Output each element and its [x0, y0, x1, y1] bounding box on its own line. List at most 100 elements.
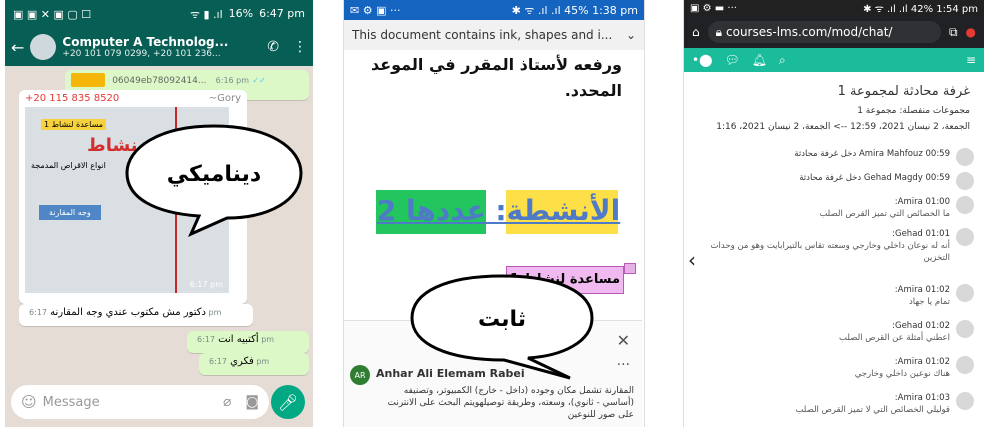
- nav-toggle-icon[interactable]: •⬤: [692, 53, 713, 67]
- activities-heading: الأنشطة: عددها 2: [376, 190, 621, 234]
- chat-entry: Amira 01:02: هناك نوعين داخلي وخارجي: [704, 356, 974, 380]
- text-message-out[interactable]: أكتبيه انت 6:17 pm: [187, 331, 309, 353]
- document-screen: ✉ ⚙ ▣ ··· ✱ ᯤ .ıl .ıl 45% 1:38 pm This d…: [343, 0, 645, 427]
- chat-title-block[interactable]: Computer A Technolog... +20 101 079 0299…: [62, 35, 228, 60]
- whatsapp-screen: ▣ ▣ ✕ ▣ ▢ ☐ ᯤ ▮ .ıl 16% 6:47 pm ← Comput…: [5, 0, 313, 427]
- chat-text: 00:59 Gehad Magdy دخل غرفة محادثة: [799, 173, 950, 183]
- chat-author: Gehad 01:01:: [892, 229, 950, 239]
- camera-icon[interactable]: ◙: [245, 394, 259, 410]
- heading-text: الأنشطة: عددها 2: [376, 194, 621, 227]
- address-bar[interactable]: 🔒︎ courses-lms.com/mod/chat/: [707, 21, 941, 43]
- menu-icon[interactable]: ⋮: [293, 39, 307, 55]
- text-message-in[interactable]: دكتور مش مكتوب عندي وجه المقارنه 6:17 pm: [19, 304, 253, 326]
- status-time: 6:47 pm: [259, 6, 305, 20]
- group-avatar[interactable]: [30, 34, 57, 60]
- status-time: 1:54 pm: [936, 4, 978, 15]
- avatar: [956, 172, 974, 190]
- add-call-icon[interactable]: ✆: [267, 39, 279, 55]
- chat-entry: 00:59 Amira Mahfouz دخل غرفة محادثة: [704, 148, 974, 166]
- document-banner[interactable]: This document contains ink, shapes and i…: [344, 20, 644, 50]
- chat-entry: Amira 01:02: تمام يا جهاد: [704, 284, 974, 308]
- status-bar: ✉ ⚙ ▣ ··· ✱ ᯤ .ıl .ıl 45% 1:38 pm: [344, 0, 644, 20]
- tabs-icon[interactable]: ⧉: [949, 25, 958, 40]
- avatar: [956, 320, 974, 338]
- battery-level: 42%: [910, 4, 934, 15]
- comment-marker-icon[interactable]: [624, 263, 636, 274]
- page-title: غرفة محادثة لمجموعة 1: [837, 84, 970, 99]
- status-bar: ▣ ▣ ✕ ▣ ▢ ☐ ᯤ ▮ .ıl 16% 6:47 pm: [5, 0, 313, 28]
- sender-name: ~Gory: [208, 93, 241, 104]
- avatar: [956, 196, 974, 214]
- close-icon[interactable]: ✕: [617, 331, 630, 350]
- signal-icon: ✱ ᯤ .ıl .ıl: [863, 4, 908, 15]
- home-icon[interactable]: ⌂: [692, 25, 700, 39]
- chevron-down-icon[interactable]: ⌄: [626, 28, 636, 42]
- chat-message: أنه له نوعان داخلي وخارجي وسعته تقاس بال…: [710, 241, 950, 263]
- browser-toolbar: ⌂ 🔒︎ courses-lms.com/mod/chat/ ⧉ ●: [684, 16, 984, 48]
- status-bar: ▣ ⚙ ▬ ··· ✱ ᯤ .ıl .ıl 42% 1:54 pm: [684, 0, 984, 16]
- image-time: 6:17 pm: [189, 280, 223, 289]
- chat-entry: Amira 01:03: قوليلي الخصائص التي لا تميز …: [704, 392, 974, 416]
- drawer-toggle-chevron-icon[interactable]: ‹: [688, 248, 696, 272]
- message-text: فكري: [230, 356, 254, 367]
- text-message-out[interactable]: فكري 6:17 pm: [199, 353, 309, 375]
- chat-title: Computer A Technolog...: [62, 34, 229, 49]
- avatar: [956, 356, 974, 374]
- chat-message: تمام يا جهاد: [908, 297, 950, 307]
- chat-header: ← Computer A Technolog... +20 101 079 02…: [5, 28, 313, 66]
- chat-entry: Gehad 01:01: أنه له نوعان داخلي وخارجي وس…: [704, 228, 974, 264]
- search-icon[interactable]: ⌕: [779, 53, 786, 68]
- banner-text: This document contains ink, shapes and i…: [352, 28, 613, 42]
- session-date-range: الجمعة، 2 نيسان 2021، 12:59 --> الجمعة، …: [716, 122, 970, 132]
- bubble-text: ثابت: [478, 307, 526, 332]
- site-navbar: •⬤ 💬︎ 🔔︎ ⌕ ≡: [684, 48, 984, 72]
- file-thumbnail: [71, 73, 105, 87]
- notification-icons: ✉ ⚙ ▣ ···: [350, 3, 401, 17]
- battery-level: 16%: [228, 6, 254, 20]
- chat-message: اعطني أمثلة عن القرص الصلب: [839, 333, 950, 343]
- chat-entry: 00:59 Gehad Magdy دخل غرفة محادثة: [704, 172, 974, 190]
- status-time: 1:38 pm: [592, 3, 638, 17]
- chat-subtitle: +20 101 079 0299, +20 101 236...: [62, 48, 221, 59]
- chat-author: Amira 01:02:: [894, 357, 950, 367]
- speech-bubble-static: ثابت: [410, 274, 594, 380]
- speech-bubble-dynamic: ديناميكي: [125, 124, 303, 237]
- emoji-icon[interactable]: ☺: [21, 393, 37, 411]
- attach-icon[interactable]: ⌀: [223, 394, 231, 410]
- record-icon[interactable]: ●: [966, 25, 976, 39]
- file-name: 06049eb78092414...: [112, 76, 207, 86]
- avatar: [956, 228, 974, 246]
- message-text: أكتبيه انت: [218, 334, 259, 345]
- more-options-icon[interactable]: ···: [617, 357, 630, 373]
- image-line: انواع الاقراص المدمجة: [31, 161, 106, 170]
- image-compare-button: وجه المقارنة: [39, 205, 101, 220]
- message-placeholder: Message: [42, 394, 100, 410]
- mic-button[interactable]: 🎤︎: [271, 385, 305, 419]
- signal-icon: ᯤ ▮ .ıl: [189, 7, 223, 21]
- comment-avatar: AR: [350, 365, 370, 385]
- chat-author: Amira 01:02:: [894, 285, 950, 295]
- message-text: دكتور مش مكتوب عندي وجه المقارنه: [50, 307, 206, 318]
- avatar: [956, 284, 974, 302]
- message-time: 6:16 pm: [215, 76, 250, 85]
- hamburger-menu-icon[interactable]: ≡: [966, 53, 976, 67]
- chat-message: هناك نوعين داخلي وخارجي: [854, 369, 950, 379]
- lock-icon: 🔒︎: [715, 24, 723, 39]
- chat-author: Amira 01:03:: [894, 393, 950, 403]
- back-arrow-icon[interactable]: ←: [11, 38, 24, 57]
- signal-icon: ✱ ᯤ .ıl .ıl: [511, 3, 561, 17]
- comment-body: المقارنة تشمل مكان وجوده (داخل - خارج) ا…: [387, 386, 635, 420]
- notification-icons: ▣ ⚙ ▬ ···: [690, 2, 737, 14]
- group-info: مجموعات منفصلة: مجموعة 1: [857, 106, 970, 116]
- message-input[interactable]: ☺ Message ⌀ ◙: [11, 385, 269, 419]
- chat-author: Gehad 01:02:: [892, 321, 950, 331]
- image-badge: مساعدة لنشاط 1: [41, 119, 107, 130]
- bell-icon[interactable]: 🔔︎: [752, 53, 767, 67]
- chat-author: Amira 01:00:: [894, 197, 950, 207]
- messages-icon[interactable]: 💬︎: [725, 53, 740, 67]
- document-text: ورفعه لأستاذ المقرر في الموعد المحدد.: [370, 55, 622, 100]
- read-ticks-icon: ✓✓: [252, 76, 266, 85]
- lms-chat-screen: ▣ ⚙ ▬ ··· ✱ ᯤ .ıl .ıl 42% 1:54 pm ⌂ 🔒︎ c…: [683, 0, 984, 427]
- mic-icon: 🎤︎: [277, 392, 299, 412]
- chat-message: قوليلي الخصائص التي لا تميز القرص الصلب: [795, 405, 950, 415]
